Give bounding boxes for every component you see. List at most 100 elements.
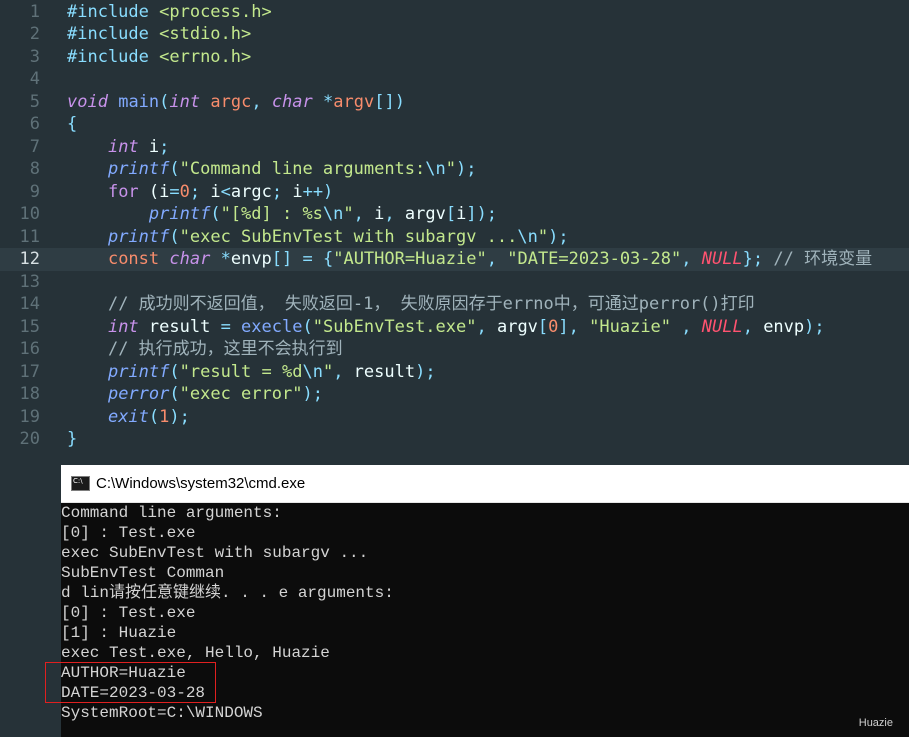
code-token: , <box>486 249 508 269</box>
code-line[interactable]: 10 printf("[%d] : %s\n", i, argv[i]); <box>0 203 909 226</box>
code-token: result <box>353 361 416 382</box>
code-token: i <box>210 181 221 202</box>
line-number: 4 <box>29 69 40 89</box>
code-token: , <box>671 316 702 337</box>
code-line[interactable]: 18 perror("exec error"); <box>0 383 909 406</box>
cmd-app-icon-text: C:\ <box>73 477 83 485</box>
code-token: , <box>742 316 764 337</box>
code-text: { <box>67 113 77 136</box>
code-token: ( <box>169 361 180 382</box>
code-line[interactable]: 15 int result = execle("SubEnvTest.exe",… <box>0 316 909 339</box>
watermark: Huazie <box>858 717 893 729</box>
code-token: for <box>107 181 139 202</box>
line-number: 8 <box>29 159 40 179</box>
code-line[interactable]: 14 // 成功则不返回值， 失败返回-1， 失败原因存于errno中，可通过p… <box>0 293 909 316</box>
code-token: ( <box>138 181 160 202</box>
code-token: "Command line arguments: <box>179 159 426 179</box>
code-token: printf <box>107 361 170 382</box>
code-text: perror("exec error"); <box>67 383 323 406</box>
code-token: ( <box>169 226 180 247</box>
code-text: } <box>67 428 77 451</box>
code-token: = <box>220 316 242 337</box>
code-text: int i; <box>67 136 169 159</box>
code-token: "exec error" <box>179 384 303 404</box>
code-token: " <box>322 361 334 382</box>
code-text: #include <stdio.h> <box>67 23 251 46</box>
code-token: , <box>353 204 375 224</box>
code-token: , <box>476 316 497 337</box>
code-token: , <box>681 249 702 269</box>
code-line[interactable]: 16 // 执行成功，这里不会执行到 <box>0 338 909 361</box>
code-line[interactable]: 4 <box>0 68 909 91</box>
line-number: 7 <box>29 136 40 157</box>
code-token: \n <box>302 361 323 382</box>
code-line[interactable]: 9 for (i=0; i<argc; i++) <box>0 181 909 204</box>
code-token: , <box>251 91 272 112</box>
cmd-titlebar[interactable]: C:\ C:\Windows\system32\cmd.exe <box>61 465 909 503</box>
code-token: const <box>107 249 160 269</box>
code-token: NULL <box>701 249 743 269</box>
code-token: [ <box>445 204 457 224</box>
console-line: [1] : Huazie <box>61 624 177 642</box>
code-line[interactable]: 5 void main(int argc, char *argv[]) <box>0 91 909 114</box>
code-token: 0 <box>548 316 559 337</box>
code-token: \n <box>517 226 538 247</box>
code-token: ; <box>271 181 293 202</box>
code-line[interactable]: 19 exit(1); <box>0 406 909 429</box>
code-token: \n <box>322 204 344 224</box>
code-token: []) <box>374 91 405 112</box>
line-number: 19 <box>19 406 40 427</box>
code-text: #include <process.h> <box>67 1 272 24</box>
code-line[interactable]: 6{ <box>0 113 909 136</box>
code-token: ( <box>302 316 313 337</box>
code-line[interactable]: 13 <box>0 271 909 294</box>
console-line: [0] : Test.exe <box>61 604 196 622</box>
code-token: ); <box>804 316 825 337</box>
line-number: 14 <box>19 294 40 314</box>
code-token: #include <box>67 46 160 67</box>
code-token: " <box>343 204 354 224</box>
code-token: printf <box>107 159 170 179</box>
code-token: "exec SubEnvTest with subargv ... <box>179 226 518 247</box>
code-token: , <box>333 361 354 382</box>
code-line[interactable]: 2 #include <stdio.h> <box>0 23 909 46</box>
code-line[interactable]: 7 int i; <box>0 136 909 159</box>
code-text: printf("[%d] : %s\n", i, argv[i]); <box>67 203 497 226</box>
code-text: printf("Command line arguments:\n"); <box>67 158 477 181</box>
code-token: result <box>138 316 221 337</box>
cmd-app-icon: C:\ <box>71 476 90 491</box>
code-token: <process.h> <box>159 1 272 22</box>
code-token: , <box>384 204 405 224</box>
code-text: for (i=0; i<argc; i++) <box>67 181 333 204</box>
line-number: 18 <box>19 384 40 404</box>
line-number: 9 <box>29 181 40 202</box>
code-token: ; <box>189 181 211 202</box>
code-token: ++) <box>302 181 334 202</box>
code-line[interactable]: 11 printf("exec SubEnvTest with subargv … <box>0 226 909 249</box>
highlight-box <box>45 662 216 703</box>
code-line[interactable]: 8 printf("Command line arguments:\n"); <box>0 158 909 181</box>
code-token: i <box>138 136 160 157</box>
code-line[interactable]: 20} <box>0 428 909 451</box>
code-line[interactable]: 3 #include <errno.h> <box>0 46 909 69</box>
line-number: 1 <box>29 1 40 22</box>
code-token: argc <box>230 181 272 202</box>
code-token: "result = %d <box>179 361 303 382</box>
code-text: exit(1); <box>67 406 190 429</box>
code-token: int <box>107 136 139 157</box>
code-token: < <box>220 181 231 202</box>
code-token: "DATE=2023-03-28" <box>507 249 682 269</box>
code-line[interactable]: 12 const char *envp[] = {"AUTHOR=Huazie"… <box>0 248 909 271</box>
code-line[interactable]: 1 #include <process.h> <box>0 1 909 24</box>
code-line[interactable]: 17 printf("result = %d\n", result); <box>0 361 909 384</box>
code-token: }; <box>742 249 774 269</box>
code-text: void main(int argc, char *argv[]) <box>67 91 405 114</box>
